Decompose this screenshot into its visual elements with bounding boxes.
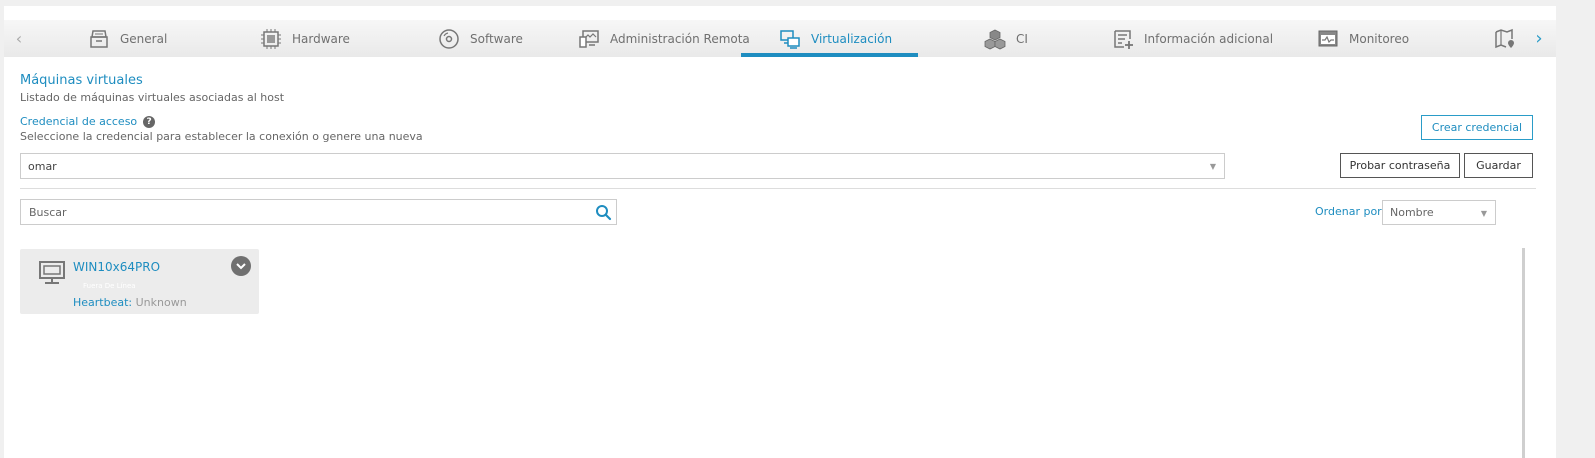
caret-down-icon: ▼ — [1480, 209, 1487, 218]
heartbeat-label: Heartbeat: — [73, 296, 133, 309]
chip-icon — [261, 28, 281, 49]
tab-bar: ‹ General Hardware Software Administraci… — [4, 20, 1556, 57]
search-icon[interactable] — [595, 204, 612, 221]
test-password-button[interactable]: Probar contraseña — [1340, 153, 1460, 178]
main-panel: ‹ General Hardware Software Administraci… — [4, 6, 1556, 458]
tab-virtualizacion[interactable]: Virtualización — [779, 20, 892, 57]
credential-selected-value: omar — [28, 159, 57, 173]
help-icon[interactable]: ? — [143, 115, 156, 128]
caret-down-icon: ▼ — [1209, 162, 1216, 171]
save-button[interactable]: Guardar — [1464, 153, 1533, 178]
scrollbar[interactable] — [1522, 248, 1525, 458]
tab-label: Hardware — [292, 31, 350, 46]
sort-select[interactable]: Nombre ▼ — [1382, 200, 1496, 225]
search-placeholder: Buscar — [29, 205, 67, 219]
tab-informacion-adicional[interactable]: Información adicional — [1112, 20, 1273, 57]
tab-label: General — [120, 31, 168, 46]
active-tab-indicator — [741, 53, 918, 57]
tab-administracion-remota[interactable]: Administración Remota — [578, 20, 750, 57]
vm-name[interactable]: WIN10x64PRO — [73, 260, 160, 274]
tab-label: Información adicional — [1144, 31, 1274, 46]
tab-label: Monitoreo — [1349, 31, 1410, 46]
tab-label: Virtualización — [811, 31, 893, 46]
tab-software[interactable]: Software — [438, 20, 523, 57]
map-pin-icon — [1495, 28, 1514, 48]
sort-selected-value: Nombre — [1390, 206, 1434, 219]
vm-heartbeat: Heartbeat: Unknown — [73, 296, 187, 309]
credential-description: Seleccione la credencial para establecer… — [20, 130, 423, 143]
section-title: Máquinas virtuales — [20, 73, 143, 88]
drawer-icon — [90, 29, 108, 48]
tab-label: Administración Remota — [610, 31, 750, 46]
tab-monitoreo[interactable]: Monitoreo — [1317, 20, 1409, 57]
tab-label: CI — [1016, 31, 1028, 46]
vm-status: Fuera De Línea — [83, 282, 136, 290]
create-credential-button[interactable]: Crear credencial — [1421, 115, 1533, 140]
heartbeat-value: Unknown — [135, 296, 187, 309]
tab-label: Software — [470, 31, 523, 46]
credential-label: Credencial de acceso ? — [20, 115, 156, 128]
credential-select[interactable]: omar ▼ — [20, 153, 1225, 179]
tab-map[interactable] — [1494, 20, 1526, 57]
virtualization-icon — [780, 29, 800, 49]
credential-label-text: Credencial de acceso — [20, 115, 138, 128]
remote-admin-icon — [579, 29, 599, 48]
search-input[interactable]: Buscar — [20, 199, 617, 225]
tabs-scroll-right-icon[interactable]: › — [1524, 20, 1554, 57]
boxes-icon — [984, 29, 1006, 49]
monitor-icon — [39, 261, 65, 284]
vm-card[interactable]: WIN10x64PRO Fuera De Línea Heartbeat: Un… — [20, 249, 259, 314]
tab-general[interactable]: General — [88, 20, 167, 57]
sort-label: Ordenar por: — [1315, 205, 1386, 218]
list-plus-icon — [1114, 29, 1133, 49]
disc-icon — [439, 28, 459, 49]
tabs-scroll-left-icon[interactable]: ‹ — [4, 20, 34, 57]
monitor-chart-icon — [1318, 30, 1338, 46]
tab-hardware[interactable]: Hardware — [260, 20, 350, 57]
chevron-down-icon — [236, 263, 246, 270]
divider — [20, 188, 1536, 189]
section-subtitle: Listado de máquinas virtuales asociadas … — [20, 91, 285, 104]
vm-expand-button[interactable] — [231, 256, 251, 276]
tab-ci[interactable]: CI — [984, 20, 1028, 57]
